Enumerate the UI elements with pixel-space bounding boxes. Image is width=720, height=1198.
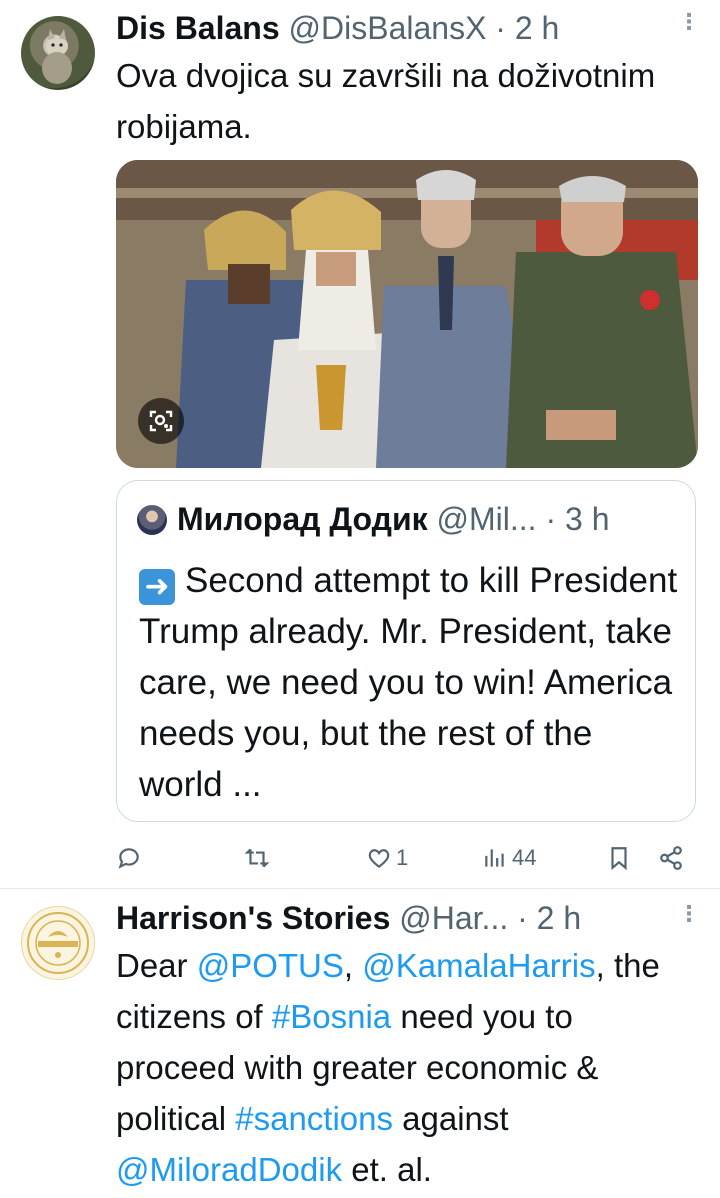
tweet-text: Dear @POTUS, @KamalaHarris, the citizens…	[116, 940, 701, 1195]
retweet-icon	[244, 848, 270, 868]
quote-timestamp[interactable]: 3 h	[565, 501, 609, 537]
tweet[interactable]: Dis Balans @DisBalansX · 2 h ⋮ Ova dvoji…	[0, 0, 720, 888]
separator: ·	[517, 900, 528, 936]
mention-link[interactable]: @POTUS	[197, 947, 344, 984]
tweet-photo[interactable]	[116, 160, 698, 468]
tweet-text: Ova dvojica su završili na doživotnim ro…	[116, 57, 656, 145]
author-handle[interactable]: @Har...	[399, 900, 508, 936]
avatar[interactable]	[21, 906, 95, 980]
like-button[interactable]: 1	[366, 838, 408, 878]
like-icon	[368, 849, 390, 869]
quote-text: ➜ Second attempt to kill President Trump …	[139, 555, 679, 810]
action-bar: 1 44	[116, 838, 696, 878]
image-lens-icon[interactable]	[138, 398, 184, 444]
reply-icon	[118, 848, 139, 869]
author-handle[interactable]: @DisBalansX	[289, 10, 487, 46]
separator: ·	[495, 10, 506, 46]
quote-header: Милорад Додик @Mil... · 3 h	[177, 499, 609, 539]
more-icon[interactable]: ⋮	[678, 903, 700, 925]
more-icon[interactable]: ⋮	[678, 11, 700, 33]
mention-link[interactable]: @MiloradDodik	[116, 1151, 342, 1188]
quote-author-name[interactable]: Милорад Додик	[177, 501, 428, 537]
timestamp[interactable]: 2 h	[515, 10, 559, 46]
retweet-button[interactable]	[244, 838, 274, 878]
share-button[interactable]	[658, 838, 684, 878]
timestamp[interactable]: 2 h	[537, 900, 581, 936]
views-count: 44	[512, 845, 537, 870]
tweet-header: Dis Balans @DisBalansX · 2 h	[116, 8, 559, 48]
avatar[interactable]	[21, 16, 95, 90]
share-icon	[660, 846, 682, 870]
author-name[interactable]: Harrison's Stories	[116, 900, 390, 936]
quote-author-handle[interactable]: @Mil...	[437, 501, 537, 537]
bookmark-icon	[611, 847, 627, 871]
quote-avatar[interactable]	[137, 505, 167, 535]
author-name[interactable]: Dis Balans	[116, 10, 280, 46]
hashtag-link[interactable]: #sanctions	[235, 1100, 393, 1137]
like-count: 1	[396, 845, 409, 870]
mention-link[interactable]: @KamalaHarris	[362, 947, 595, 984]
hashtag-link[interactable]: #Bosnia	[272, 998, 391, 1035]
text-segment: against	[393, 1100, 509, 1137]
reply-button[interactable]	[116, 838, 146, 878]
quoted-tweet[interactable]: Милорад Додик @Mil... · 3 h ➜ Second atte…	[116, 480, 696, 822]
views-icon	[485, 849, 504, 867]
quote-body: Second attempt to kill President Trump a…	[139, 561, 678, 804]
text-segment: Dear	[116, 947, 197, 984]
arrow-right-icon: ➜	[139, 569, 175, 605]
separator: ·	[545, 501, 557, 537]
views-button[interactable]: 44	[482, 838, 536, 878]
bookmark-button[interactable]	[606, 838, 632, 878]
text-segment: et. al.	[342, 1151, 432, 1188]
text-segment: ,	[343, 947, 363, 984]
tweet-header: Harrison's Stories @Har... · 2 h	[116, 898, 581, 938]
